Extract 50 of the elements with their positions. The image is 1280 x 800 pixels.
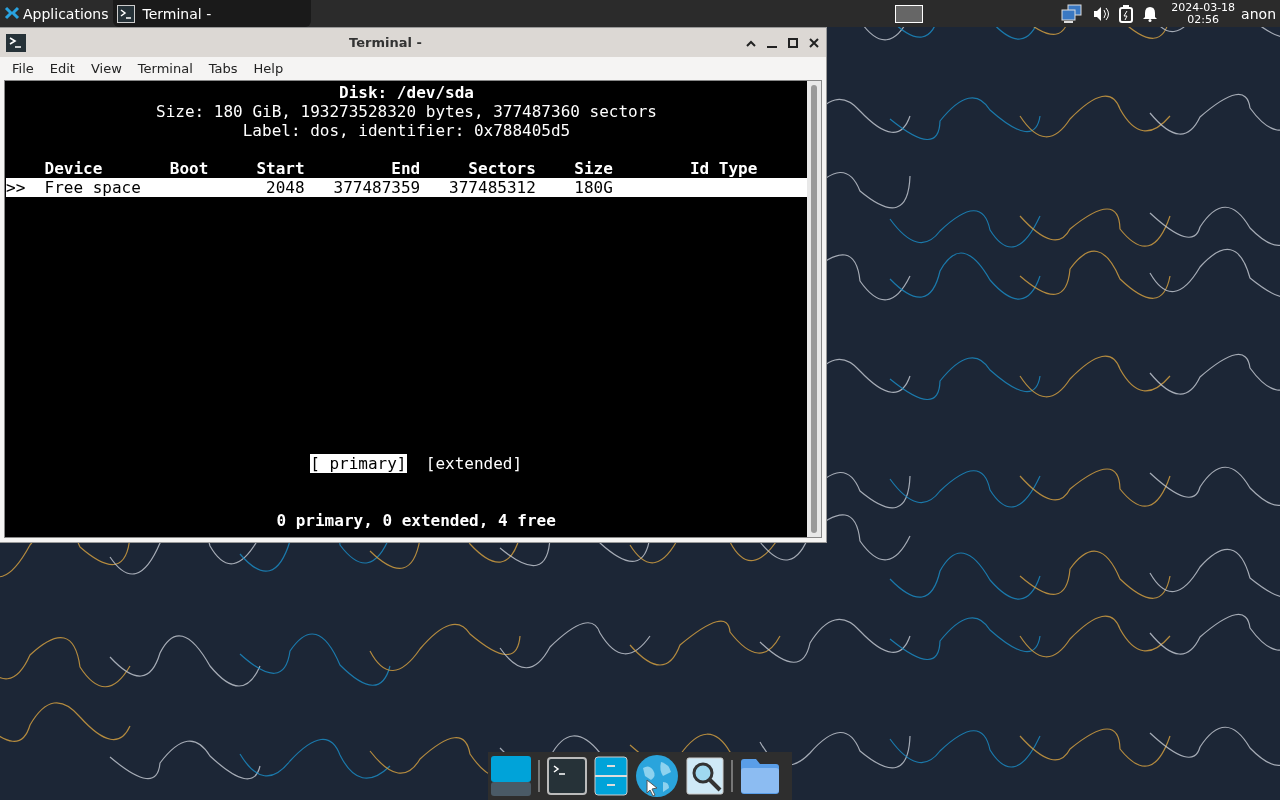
row-marker: >> <box>6 178 27 197</box>
partition-type-option[interactable]: [ primary] <box>310 454 407 473</box>
menu-item[interactable]: Edit <box>41 61 83 76</box>
column-header: Sectors <box>467 159 536 178</box>
menu-item[interactable]: Help <box>245 61 292 76</box>
window-title: Terminal - <box>348 35 423 50</box>
terminal-icon <box>6 33 26 52</box>
table-cell-text: Free space <box>44 178 142 197</box>
close-button[interactable] <box>808 36 820 49</box>
column-header: Device <box>44 159 104 178</box>
menu-item[interactable]: Terminal <box>129 61 201 76</box>
terminal-icon <box>116 4 135 23</box>
partition-row[interactable]: >> Free space 2048 377487359 377485312 180G <box>6 178 807 197</box>
notification-bell-icon[interactable] <box>1143 5 1158 22</box>
magnifier-icon[interactable] <box>686 756 724 796</box>
menu-item[interactable]: Tabs <box>200 61 246 76</box>
clock-time: 02:56 <box>1186 13 1220 26</box>
terminal-icon[interactable] <box>547 757 587 795</box>
disk-info-line: Disk: /dev/sda <box>339 83 474 102</box>
column-header: Type <box>718 159 759 178</box>
folder-icon[interactable] <box>740 758 780 794</box>
partition-type-option[interactable]: [extended] <box>425 454 523 473</box>
volume-icon[interactable] <box>1093 5 1110 22</box>
disk-info-line: Size: 180 GiB, 193273528320 bytes, 377487360 sectors <box>156 102 657 121</box>
file-cabinet-icon[interactable] <box>594 756 628 796</box>
disk-info-line: Label: dos, identifier: 0x788405d5 <box>242 121 571 140</box>
column-header: Size <box>573 159 614 178</box>
battery-icon[interactable] <box>1119 4 1134 23</box>
user-name[interactable]: anon <box>1241 5 1280 22</box>
status-line: 0 primary, 0 extended, 4 free <box>275 511 556 530</box>
desktop-icon[interactable] <box>491 756 531 796</box>
column-header: Id <box>689 159 711 178</box>
column-header: Start <box>255 159 305 178</box>
table-cell-text: 2048 <box>265 178 305 197</box>
table-cell-text: 377485312 <box>448 178 536 197</box>
table-cell-text: 180G <box>573 178 614 197</box>
applications-menu[interactable]: Applications <box>0 0 113 27</box>
column-header: End <box>390 159 421 178</box>
taskbar-item[interactable]: Terminal - <box>112 0 311 27</box>
menu-item[interactable]: File <box>4 61 42 76</box>
network-icon[interactable] <box>1061 3 1084 24</box>
workspace-switcher[interactable] <box>895 4 924 23</box>
logo-icon <box>4 5 20 22</box>
clock-date: 2024-03-18 <box>1171 1 1236 14</box>
globe-cursor-icon[interactable] <box>635 754 679 798</box>
table-cell-text: 377487359 <box>332 178 421 197</box>
menu-item[interactable]: View <box>82 61 130 76</box>
scrollbar[interactable] <box>807 81 821 537</box>
column-header: Boot <box>169 159 209 178</box>
maximize-button[interactable] <box>787 36 799 49</box>
